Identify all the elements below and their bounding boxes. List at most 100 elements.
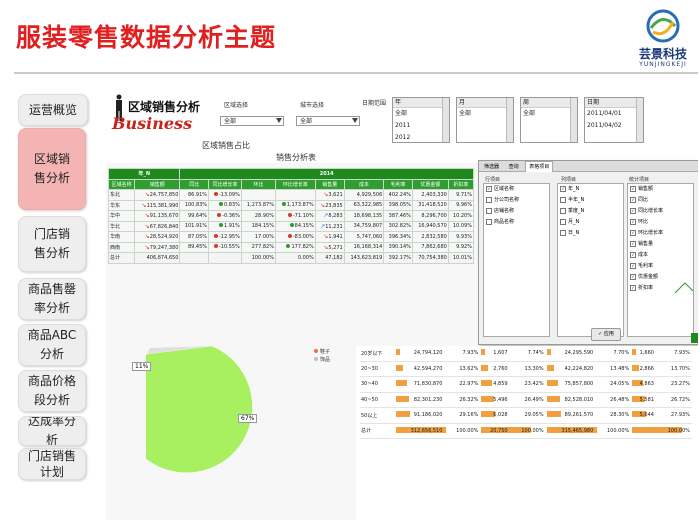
- checkbox[interactable]: ✓: [630, 251, 636, 258]
- nav-item-price-band[interactable]: 商品价格段分析: [18, 370, 86, 412]
- nav-item-store-sales[interactable]: 门店销售分析: [18, 216, 86, 272]
- table-row[interactable]: 华东 ↘115,381,990 100.83% 0.83% 1,273.87% 1,173…: [107, 199, 475, 211]
- checkbox-item[interactable]: 分公司名称: [484, 195, 549, 206]
- checkbox-item[interactable]: 店铺名称: [484, 206, 549, 217]
- checkbox[interactable]: ✓: [486, 185, 492, 192]
- city-select[interactable]: 全部: [296, 116, 360, 126]
- checkbox-item[interactable]: ✓ 年_N: [558, 184, 623, 195]
- checkbox[interactable]: ✓: [560, 185, 566, 192]
- checkbox[interactable]: ✓: [630, 273, 636, 280]
- column-header[interactable]: 毛利率: [383, 178, 413, 190]
- checkbox-item[interactable]: 商品名称: [484, 217, 549, 228]
- tab-filter[interactable]: 筛选器: [481, 162, 502, 172]
- apply-button[interactable]: ✔ 应用: [591, 328, 621, 341]
- column-header[interactable]: 优惠金额: [411, 178, 449, 190]
- table-row[interactable]: 30~40 71,830,870 22.97% 4,859 23.42% 75,857,8…: [360, 376, 692, 393]
- column-header[interactable]: 销售额: [134, 178, 181, 190]
- checkbox[interactable]: ✓: [630, 240, 636, 247]
- nav-item-store-plan[interactable]: 门店销售计划: [18, 448, 86, 480]
- checkbox[interactable]: [486, 218, 492, 225]
- checkbox[interactable]: [486, 196, 492, 203]
- checkbox-item[interactable]: ✓ 销售量: [628, 239, 693, 250]
- table-row[interactable]: 总计 312,656,510 100.00% 20,750 100.00% 315,465…: [360, 423, 692, 439]
- date-option[interactable]: 2011/04/01: [585, 108, 643, 120]
- table-row[interactable]: 华北 ↘67,826,840 101.91% 1.91% 184.15% 84.15% ↗1…: [107, 220, 475, 232]
- checkbox-item[interactable]: 半年_N: [558, 195, 623, 206]
- checkbox-item[interactable]: 月_N: [558, 217, 623, 228]
- table-row[interactable]: 40~50 82,301,230 26.32% 5,496 26.49% 82,528,0…: [360, 392, 692, 408]
- column-header[interactable]: 折扣率: [447, 178, 475, 190]
- checkbox-item[interactable]: 日_N: [558, 228, 623, 239]
- checkbox-item[interactable]: ✓ 环比增长率: [628, 228, 693, 239]
- scrollbar[interactable]: [636, 98, 643, 142]
- column-header[interactable]: 成本: [343, 178, 385, 190]
- month-option[interactable]: [457, 132, 513, 142]
- year-list[interactable]: 年 全部 2011 2012: [392, 97, 450, 143]
- week-list[interactable]: 周 全部: [520, 97, 578, 143]
- scrollbar[interactable]: [506, 98, 513, 142]
- tab-table-items[interactable]: 表格项目: [525, 161, 554, 172]
- checkbox-label: 月_N: [568, 219, 580, 225]
- column-header[interactable]: 同比: [179, 178, 210, 190]
- table-row[interactable]: 20~30 42,594,270 13.62% 2,760 13.30% 42,224,8…: [360, 361, 692, 377]
- scrollbar[interactable]: [442, 98, 449, 142]
- checkbox[interactable]: ✓: [630, 284, 636, 291]
- month-option[interactable]: 全部: [457, 108, 513, 120]
- year-option[interactable]: 2011: [393, 120, 449, 132]
- table-row[interactable]: 西南 ↘79,247,380 89.45% -10.55% 277.82% 177.82%…: [107, 241, 475, 253]
- checkbox[interactable]: [560, 229, 566, 236]
- checkbox-item[interactable]: ✓ 同比: [628, 195, 693, 206]
- checkbox[interactable]: [560, 196, 566, 203]
- date-list[interactable]: 日期 2011/04/01 2011/04/02: [584, 97, 644, 143]
- table-row[interactable]: 华南 ↘28,524,920 87.05% -12.95% 17.00% -83.00% ↘…: [107, 231, 475, 243]
- checkbox[interactable]: ✓: [630, 229, 636, 236]
- table-cell: 10.01%: [447, 252, 475, 264]
- date-option[interactable]: [585, 132, 643, 142]
- checkbox[interactable]: [560, 207, 566, 214]
- column-header[interactable]: 销售量: [314, 178, 345, 190]
- checkbox-item[interactable]: ✓ 销售额: [628, 184, 693, 195]
- nav-item-operations-overview[interactable]: 运营概览: [18, 94, 88, 126]
- status-red-dot-icon: [213, 191, 218, 196]
- scrollbar[interactable]: [570, 98, 577, 142]
- checkbox[interactable]: ✓: [630, 207, 636, 214]
- column-header[interactable]: 区域名称: [107, 178, 136, 190]
- checkbox[interactable]: [560, 218, 566, 225]
- nav-item-region-sales[interactable]: 区域销售分析: [18, 128, 86, 210]
- table-cell: ↘3,621: [314, 189, 345, 201]
- checkbox[interactable]: [486, 207, 492, 214]
- cell-value: 28,524,920: [149, 234, 179, 241]
- checkbox[interactable]: ✓: [630, 262, 636, 269]
- column-header[interactable]: 环比: [240, 178, 276, 190]
- column-header[interactable]: 环比增长率: [274, 178, 316, 190]
- table-row[interactable]: 东北 ↘24,757,850 86.91% -13.09% ↘3,621 4,929,50…: [107, 189, 475, 201]
- year-option[interactable]: 2012: [393, 132, 449, 142]
- data-bar: [395, 364, 403, 371]
- checkbox[interactable]: ✓: [630, 218, 636, 225]
- table-row[interactable]: 20岁以下 24,794,120 7.93% 1,607 7.74% 24,295,590…: [360, 346, 692, 362]
- tab-query[interactable]: 查询: [506, 162, 522, 172]
- date-option[interactable]: 2011/04/02: [585, 120, 643, 132]
- month-option[interactable]: [457, 120, 513, 132]
- checkbox-item[interactable]: ✓ 环比: [628, 217, 693, 228]
- nav-item-sellthrough[interactable]: 商品售罄率分析: [18, 278, 86, 320]
- table-row[interactable]: 50以上 91,186,020 29.16% 6,028 29.05% 89,261,57…: [360, 407, 692, 424]
- week-option[interactable]: [521, 120, 577, 132]
- cell-value: 1,273.87%: [246, 202, 274, 209]
- cell-value: 24,295,590: [564, 350, 594, 357]
- checkbox-item[interactable]: ✓ 同比增长率: [628, 206, 693, 217]
- year-option[interactable]: 全部: [393, 108, 449, 120]
- checkbox-item[interactable]: ✓ 区域名称: [484, 184, 549, 195]
- checkbox[interactable]: ✓: [630, 185, 636, 192]
- nav-item-achievement[interactable]: 达成率分析: [18, 416, 86, 446]
- checkbox[interactable]: ✓: [630, 196, 636, 203]
- column-header[interactable]: 同比增长率: [208, 178, 242, 190]
- week-option[interactable]: [521, 132, 577, 142]
- nav-item-abc[interactable]: 商品ABC分析: [18, 324, 86, 366]
- table-row[interactable]: 华中 ↘91,135,670 99.64% -0.36% 28.90% -71.10% ↗8…: [107, 210, 475, 222]
- week-option[interactable]: 全部: [521, 108, 577, 120]
- region-select[interactable]: 全部: [220, 116, 284, 126]
- cell-value: 4,859: [493, 381, 508, 388]
- checkbox-item[interactable]: 季度_N: [558, 206, 623, 217]
- month-list[interactable]: 月 全部: [456, 97, 514, 143]
